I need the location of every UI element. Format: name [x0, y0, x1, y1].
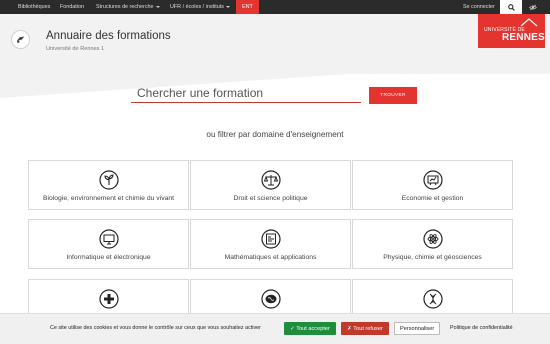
eye-slash-icon [529, 4, 537, 10]
formula-board-icon [260, 229, 281, 249]
nav-item-bibliotheques[interactable]: Bibliothèques [18, 0, 50, 14]
brain-icon [260, 289, 281, 309]
page-subtitle: Université de Rennes 1 [46, 46, 105, 52]
domain-label: Biologie, environnement et chimie du viv… [42, 195, 175, 202]
scales-icon [260, 170, 281, 190]
filter-heading: ou filtrer par domaine d'enseignement [206, 130, 344, 139]
search-icon [507, 3, 515, 11]
customize-cookies-button[interactable]: Personnaliser [394, 322, 440, 335]
domain-card-informatique[interactable]: Informatique et électronique [28, 219, 189, 269]
nav-item-ufr[interactable]: UFR / écoles / instituts [170, 0, 230, 14]
refuse-all-cookies-button[interactable]: ✗ Tout refuser [341, 322, 389, 335]
chevron-down-icon [225, 5, 230, 8]
page-title: Annuaire des formations [46, 30, 171, 42]
nav-item-structures-recherche[interactable]: Structures de recherche [96, 0, 160, 14]
domain-label: Physique, chimie et géosciences [383, 254, 482, 261]
plant-icon [98, 170, 119, 190]
domain-card-mathematiques[interactable]: Mathématiques et applications [190, 219, 351, 269]
chart-board-icon [422, 170, 443, 190]
chevron-down-icon [155, 5, 160, 8]
privacy-policy-link[interactable]: Politique de confidentialité [450, 325, 513, 331]
login-link[interactable]: Se connecter [463, 0, 495, 14]
nav-item-structures-recherche-label: Structures de recherche [96, 4, 154, 10]
atom-icon [422, 229, 443, 249]
dna-icon [422, 289, 443, 309]
search-input[interactable] [131, 84, 361, 103]
nav-item-fondation[interactable]: Fondation [60, 0, 84, 14]
nav-item-ent[interactable]: ENT [236, 0, 259, 14]
domain-card-biologie[interactable]: Biologie, environnement et chimie du viv… [28, 160, 189, 210]
domain-label: Mathématiques et applications [224, 254, 317, 261]
accessibility-button[interactable] [522, 0, 544, 14]
domain-card-economie[interactable]: Economie et gestion [352, 160, 513, 210]
domain-label: Informatique et électronique [66, 254, 151, 261]
accept-all-cookies-button[interactable]: ✓ Tout accepter [284, 322, 336, 335]
domain-card-physique[interactable]: Physique, chimie et géosciences [352, 219, 513, 269]
search-submit-button[interactable]: TROUVER [369, 87, 417, 104]
monitor-icon [98, 229, 119, 249]
logo-line-2: RENNES [502, 32, 545, 43]
domain-label: Droit et science politique [233, 195, 308, 202]
medical-cross-icon [98, 289, 119, 309]
compass-logo-icon [11, 30, 30, 49]
nav-item-ufr-label: UFR / écoles / instituts [170, 4, 224, 10]
domain-label: Economie et gestion [401, 195, 464, 202]
cookie-message: Ce site utilise des cookies et vous donn… [50, 325, 261, 331]
logo-mark-icon [520, 18, 538, 27]
domain-card-droit[interactable]: Droit et science politique [190, 160, 351, 210]
university-logo[interactable]: UNIVERSITÉ DE RENNES [478, 14, 545, 48]
top-navigation-bar: Bibliothèques Fondation Structures de re… [0, 0, 550, 14]
cookie-consent-bar: Ce site utilise des cookies et vous donn… [0, 313, 550, 344]
search-button-top[interactable] [500, 0, 522, 14]
page-header [0, 14, 550, 98]
